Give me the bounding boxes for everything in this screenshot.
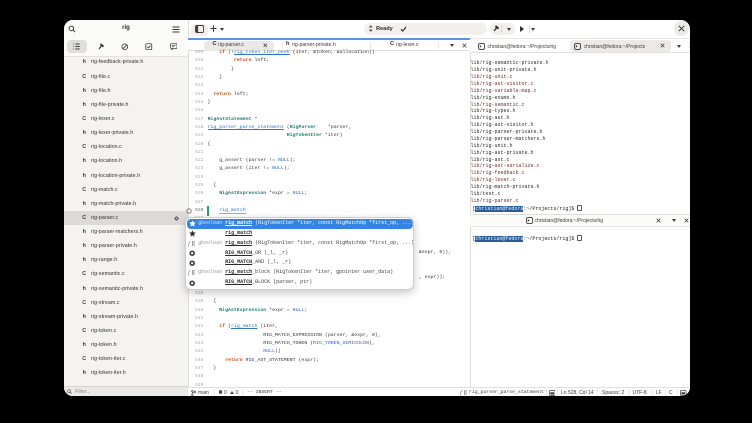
svg-text:f: f — [460, 390, 463, 396]
svg-text:f: f — [188, 240, 191, 246]
svg-text:f: f — [188, 270, 191, 276]
